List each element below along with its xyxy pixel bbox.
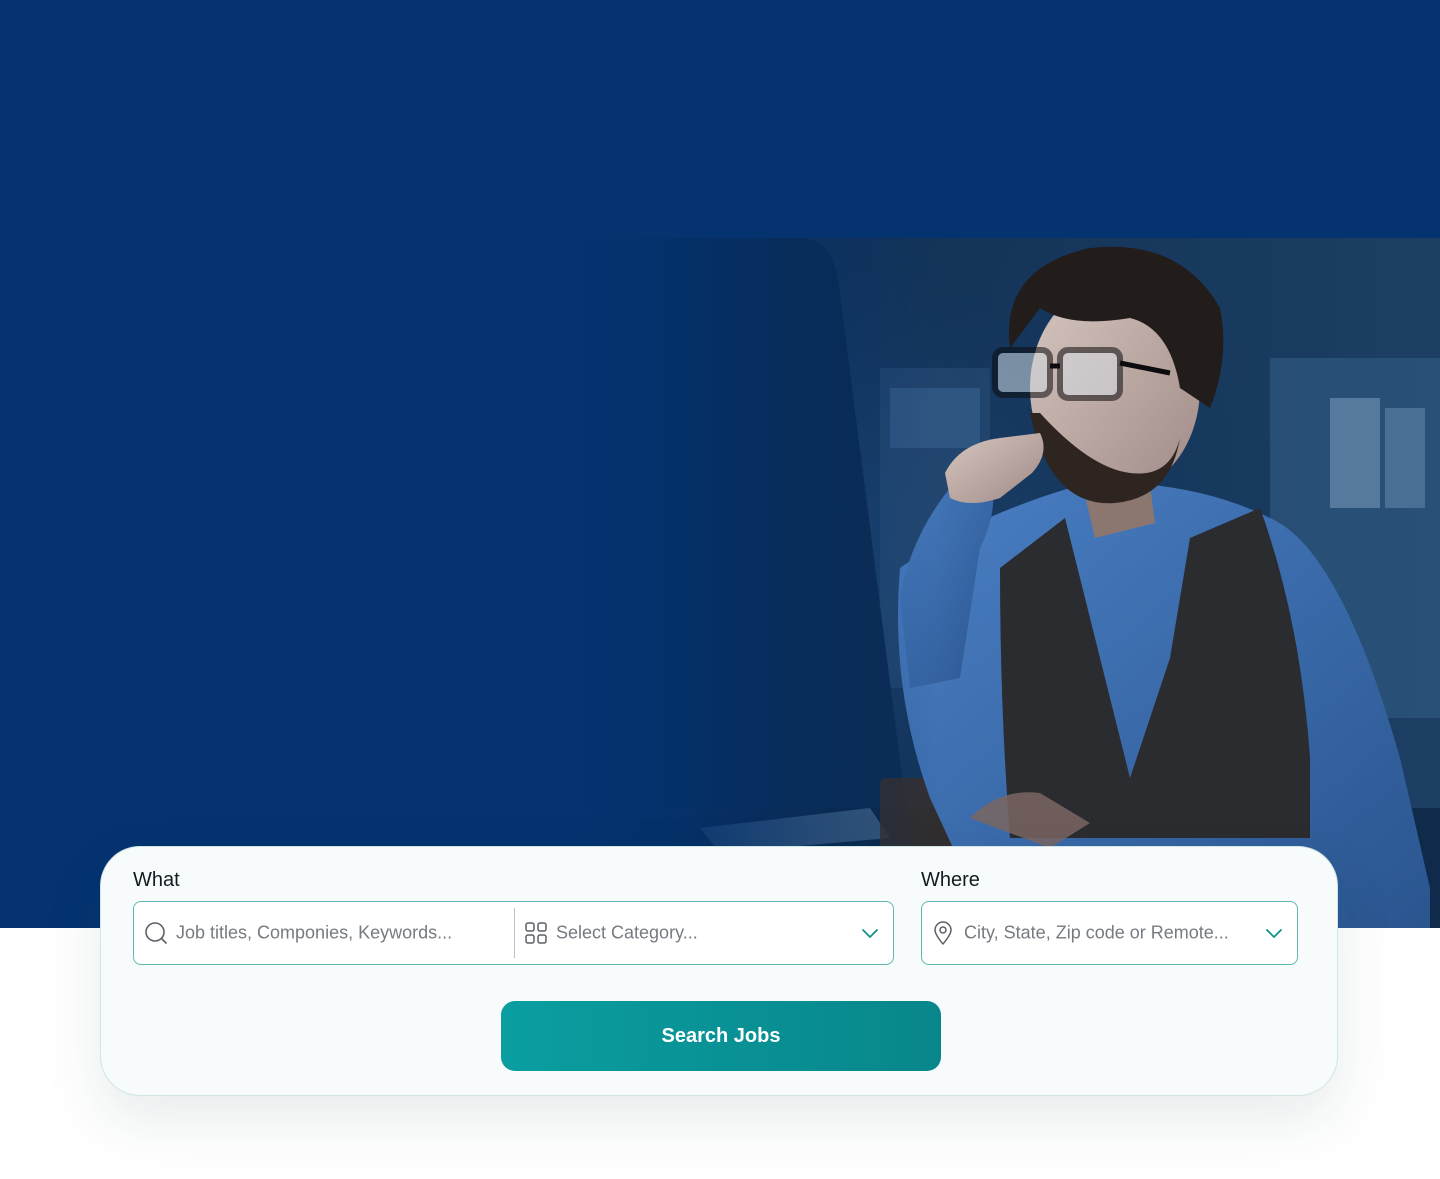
chevron-down-icon[interactable] (1265, 927, 1283, 939)
chevron-down-icon[interactable] (861, 927, 879, 939)
search-icon (144, 921, 168, 945)
what-label: What (133, 869, 180, 891)
hero-photo (570, 238, 1440, 928)
where-input-group: City, State, Zip code or Remote... (921, 901, 1298, 965)
input-divider (514, 908, 515, 958)
job-search-card: What Where Job titles, Componies, Keywor… (100, 846, 1338, 1096)
hero-section (0, 0, 1440, 928)
grid-icon (525, 922, 547, 944)
keywords-input[interactable]: Job titles, Componies, Keywords... (176, 923, 452, 944)
man-with-glasses-at-computer-image (570, 238, 1440, 928)
category-select[interactable]: Select Category... (556, 923, 698, 944)
location-input[interactable]: City, State, Zip code or Remote... (964, 923, 1229, 944)
location-pin-icon (932, 921, 954, 945)
search-jobs-button[interactable]: Search Jobs (501, 1001, 941, 1071)
where-label: Where (921, 869, 980, 891)
what-input-group: Job titles, Componies, Keywords... Selec… (133, 901, 894, 965)
